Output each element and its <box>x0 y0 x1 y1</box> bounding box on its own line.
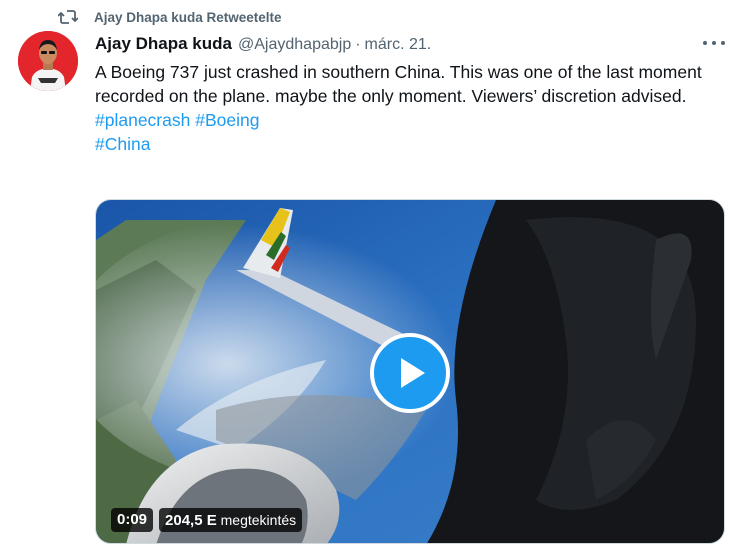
tweet-text: A Boeing 737 just crashed in southern Ch… <box>95 62 702 106</box>
author-name[interactable]: Ajay Dhapa kuda <box>95 34 232 54</box>
tweet-timestamp[interactable]: márc. 21. <box>365 36 432 54</box>
separator-dot: · <box>355 36 361 53</box>
retweet-context[interactable]: Ajay Dhapa kuda Retweetelte <box>58 7 282 27</box>
video-overlay: 0:09 204,5 E megtekintés <box>111 508 303 532</box>
more-options-icon[interactable] <box>703 36 725 50</box>
avatar[interactable] <box>18 31 78 91</box>
play-icon[interactable] <box>370 333 450 413</box>
retweet-icon <box>58 8 78 26</box>
author-handle[interactable]: @Ajaydhapabjp <box>238 36 351 54</box>
tweet-header: Ajay Dhapa kuda @Ajaydhapabjp · márc. 21… <box>95 34 676 54</box>
hashtag-boeing[interactable]: #Boeing <box>195 110 259 130</box>
tweet-body: A Boeing 737 just crashed in southern Ch… <box>95 60 705 156</box>
video-player[interactable]: 0:09 204,5 E megtekintés <box>95 199 725 544</box>
hashtag-planecrash[interactable]: #planecrash <box>95 110 190 130</box>
hashtag-line-2: #China <box>95 132 705 156</box>
hashtag-line-1: #planecrash #Boeing <box>95 108 705 132</box>
retweet-label: Ajay Dhapa kuda Retweetelte <box>94 9 282 25</box>
view-count-label: megtekintés <box>220 512 297 528</box>
hashtag-china[interactable]: #China <box>95 134 150 154</box>
video-duration: 0:09 <box>111 508 154 532</box>
view-count: 204,5 E megtekintés <box>159 508 303 532</box>
view-count-number: 204,5 E <box>165 512 217 529</box>
